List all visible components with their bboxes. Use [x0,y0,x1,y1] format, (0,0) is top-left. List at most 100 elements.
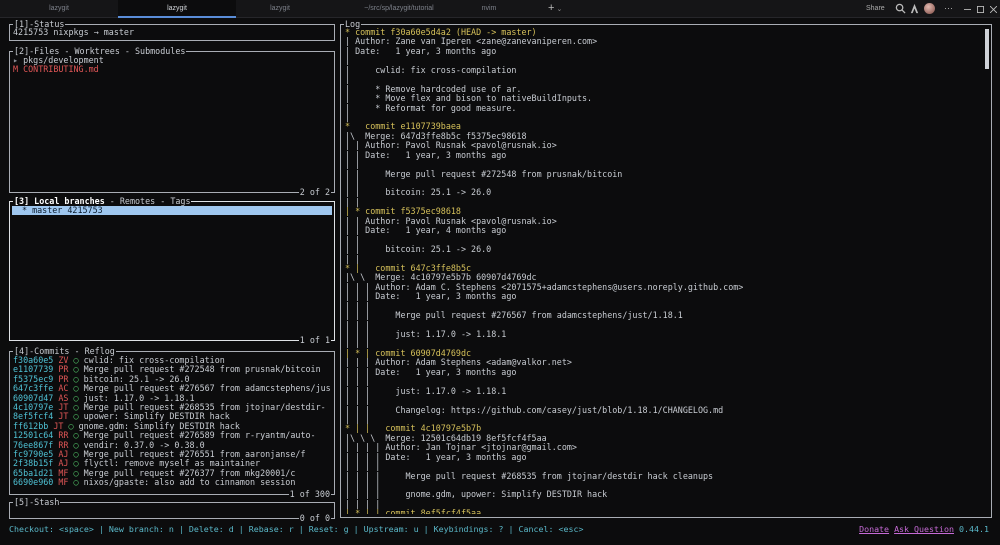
commit-row[interactable]: 647c3ffe AC ◯ Merge pull request #276567… [13,384,331,393]
log-line: | | Author: Pavol Rusnak <pavol@rusnak.i… [345,216,557,226]
commit-author: MF [58,468,69,478]
commit-graph-icon: ◯ [73,478,79,488]
files-pane[interactable]: [2]-Files - Worktrees - Submodules ▸ pkg… [9,46,335,198]
log-line: | | | [345,301,371,311]
log-line: * commit e1107739baea [345,122,461,132]
close-icon[interactable] [990,6,997,13]
stash-pane[interactable]: [5]-Stash 0 of 0 [9,497,335,524]
commit-message: nixos/gpaste: also add to cinnamon sessi… [83,478,296,488]
commit-row[interactable]: ff612bb JT ◯ gnome.gdm: Simplify DESTDIR… [13,422,331,431]
log-line: | | bitcoin: 25.1 -> 26.0 [345,188,492,198]
log-line: | * | | commit 8ef5fcf4f5aa [345,509,981,514]
commit-row[interactable]: 60907d47 AS ◯ just: 1.17.0 -> 1.18.1 [13,394,331,403]
commit-row[interactable]: 4c10797e JT ◯ Merge pull request #268535… [13,403,331,412]
commit-row[interactable]: 76ee867f RR ◯ vendir: 0.37.0 -> 0.38.0 [13,441,331,450]
tab-local-branches[interactable]: [3] Local branches [14,196,105,206]
log-line: | | | [345,339,371,349]
commit-row[interactable]: 6690e960 MF ◯ nixos/gpaste: also add to … [13,478,331,487]
maximize-icon[interactable] [977,6,984,13]
more-menu-icon[interactable]: ⋯ [944,0,953,17]
commit-row[interactable]: 12501c64 RR ◯ Merge pull request #276589… [13,431,331,440]
log-line: | | | [345,396,371,406]
donate-link[interactable]: Donate [859,524,889,534]
branches-pane[interactable]: [3] Local branches - Remotes - Tags * ma… [9,196,335,346]
log-line: | | | just: 1.17.0 -> 1.18.1 [345,330,507,339]
avatar[interactable] [924,3,935,14]
log-line: * | commit 647c3ffe8b5c [345,263,472,273]
commit-graph-icon: ◯ [73,440,79,450]
tab-nvim[interactable]: nvim [430,0,548,17]
share-button[interactable]: Share [866,0,885,17]
commit-message: Merge pull request #268535 from jtojnar/… [83,402,326,412]
log-line: | | | | Date: 1 year, 3 months ago [345,452,527,462]
commit-author: RR [58,431,69,441]
commit-graph-icon: ◯ [73,412,79,422]
minimize-icon[interactable] [964,6,971,13]
log-line: | | | Date: 1 year, 3 months ago [345,367,517,377]
commit-author: AS [58,393,69,403]
commit-graph-icon: ◯ [73,459,79,469]
log-pane[interactable]: Log * commit f30a60e5d4a2 (HEAD -> maste… [340,19,992,518]
commit-sha: 6690e960 [13,478,54,488]
log-line: |\ \ Merge: 4c10797e5b7b 60907d4769dc [345,273,537,283]
log-line: | * Reformat for good measure. [345,103,517,113]
folder-expand-icon: ▸ [13,56,19,65]
branch-row-master[interactable]: * master 4215753 [12,206,332,216]
log-line: | | | Author: Adam Stephens <adam@valkor… [345,358,572,368]
tab-lazygit-2[interactable]: lazygit [118,0,236,18]
commit-sha: f30a60e5 [13,356,54,365]
log-scrollbar[interactable] [985,29,989,69]
file-name: CONTRIBUTING.md [23,65,99,75]
modified-status: M [13,65,19,75]
commit-message: gnome.gdm: Simplify DESTDIR hack [78,421,240,431]
commit-row[interactable]: 8ef5fcf4 JT ◯ upower: Simplify DESTDIR h… [13,412,331,421]
ask-question-link[interactable]: Ask Question [894,524,954,534]
commit-message: vendir: 0.37.0 -> 0.38.0 [83,440,205,450]
commit-graph-icon: ◯ [73,365,79,375]
commit-message: Merge pull request #276377 from mkg20001… [83,468,296,478]
commit-message: Merge pull request #276567 from adamcste… [83,384,331,394]
commit-row[interactable]: 2f38b15f AJ ◯ flyctl: remove myself as m… [13,459,331,468]
commits-pane[interactable]: [4]-Commits - Reflog f30a60e5 ZV ◯ cwlid… [9,346,335,500]
commit-message: Merge pull request #276551 from aaronjan… [83,449,306,459]
log-line: | | Date: 1 year, 3 months ago [345,150,507,160]
commit-sha: 647c3ffe [13,384,54,394]
commit-graph-icon: ◯ [73,402,79,412]
log-line: | | [345,160,361,170]
commit-graph-icon: ◯ [68,421,74,431]
commit-sha: ff612bb [13,421,49,431]
keybinding-status-bar: Checkout: <space> | New branch: n | Dele… [0,522,1000,536]
status-pane[interactable]: [1]-Status 4215753 nixpkgs → master [9,19,335,41]
commit-row[interactable]: e1107739 PR ◯ Merge pull request #272548… [13,365,331,374]
commit-graph-icon: ◯ [73,449,79,459]
commit-message: flyctl: remove myself as maintainer [83,459,261,469]
search-icon[interactable] [895,3,906,14]
log-line: | | [345,179,361,188]
tab-lazygit-1[interactable]: lazygit [0,0,118,17]
terminal-tab-bar: lazygit lazygit lazygit ~/src/sp/lazygit… [0,0,1000,18]
new-tab-button[interactable]: + ⌄ [548,0,562,17]
commit-row[interactable]: fc9790e5 AJ ◯ Merge pull request #276551… [13,450,331,459]
log-line: | * | commit 60907d4769dc [345,348,472,358]
ai-assistant-icon[interactable] [909,3,920,14]
log-line: | | Date: 1 year, 4 months ago [345,226,507,236]
log-line: | | | | Author: Jan Tojnar <jtojnar@gmai… [345,443,577,453]
file-row-dir[interactable]: ▸ pkgs/development [13,56,331,65]
tab-remotes-tags[interactable]: - Remotes - Tags [105,196,191,206]
commit-row[interactable]: f30a60e5 ZV ◯ cwlid: fix cross-compilati… [13,356,331,365]
tab-lazygit-3[interactable]: lazygit [221,0,339,17]
repo-status: 4215753 nixpkgs → master [13,28,135,37]
log-line: | * commit f5375ec98618 [345,207,461,217]
commit-author: JT [58,402,69,412]
log-line: | | | [345,377,371,387]
commit-row[interactable]: f5375ec9 PR ◯ bitcoin: 25.1 -> 26.0 [13,375,331,384]
stash-pane-title: [5]-Stash [13,497,61,508]
log-line: | [345,75,351,85]
commit-graph-icon: ◯ [73,384,79,394]
commit-row[interactable]: 65ba1d21 MF ◯ Merge pull request #276377… [13,469,331,478]
log-line: | | [345,197,361,207]
log-line: | Date: 1 year, 3 months ago [345,46,497,56]
file-row-modified[interactable]: M CONTRIBUTING.md [13,65,331,74]
log-line: | | Author: Pavol Rusnak <pavol@rusnak.i… [345,141,557,151]
chevron-down-icon: ⌄ [556,6,563,13]
